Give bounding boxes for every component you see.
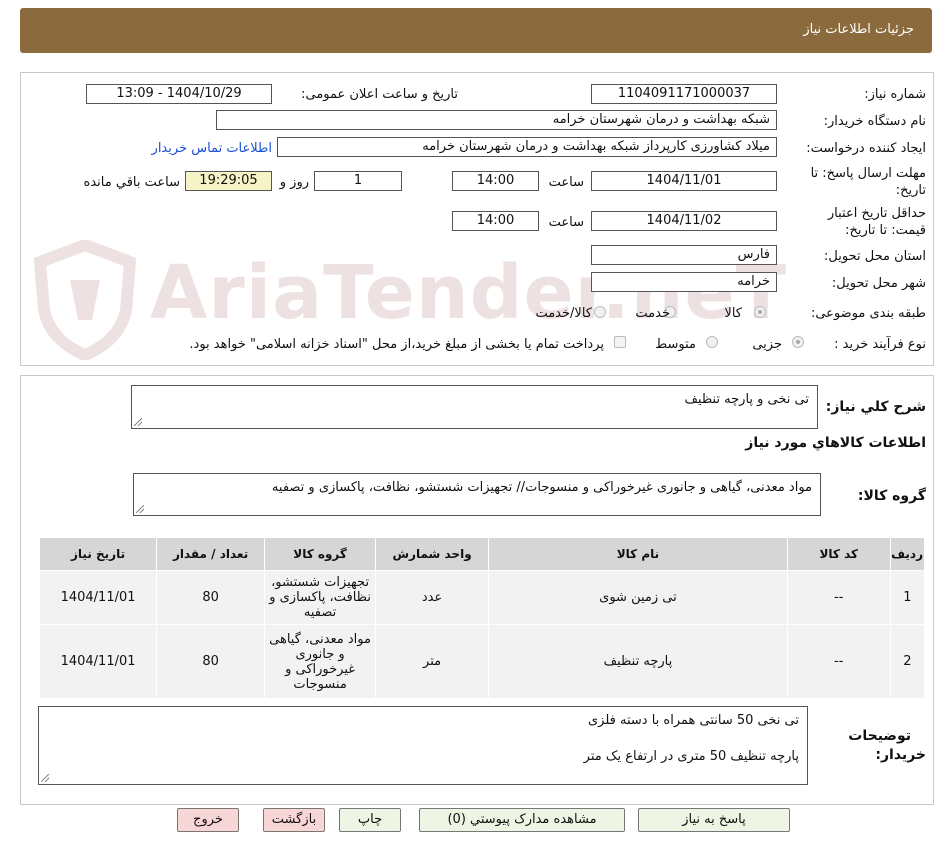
resize-handle[interactable] [134,418,142,426]
item-name: پارچه تنظیف [488,624,788,699]
page-title: جزئیات اطلاعات نیاز [803,22,914,37]
days-label: روز و [279,175,309,190]
table-row: 2 -- پارچه تنظیف متر مواد معدنی، گیاهی و… [38,624,926,699]
remaining-time-label: ساعت باقي مانده [83,175,180,190]
announce-label: تاریخ و ساعت اعلان عمومی: [301,87,458,102]
col-item-code: کد کالا [786,537,891,571]
validity-date-field: 1404/11/02 [591,211,777,231]
reply-time-label: ساعت [548,175,584,190]
reply-deadline-label: مهلت ارسال پاسخ: تا [810,166,926,181]
col-need-date: تاریخ نیاز [38,537,158,571]
exit-button[interactable]: خروج [177,808,239,832]
page-header: جزئیات اطلاعات نیاز [20,8,932,53]
buyer-notes-label: توضیحات [848,728,911,744]
goods-info-title: اطلاعات کالاهاي مورد نياز [745,435,926,451]
category-label: طبقه بندی موضوعی: [810,306,926,321]
item-need-date: 1404/11/01 [38,570,158,625]
category-goods-service-radio[interactable] [594,306,606,318]
item-group: تجهیزات شستشو، نظافت، پاکسازی و تصفیه [264,570,377,625]
buyer-org-field: شبکه بهداشت و درمان شهرستان خرامه [216,110,777,130]
buyer-notes-field: تی نخی 50 سانتی همراه با دسته فلزی پارچه… [38,706,808,785]
view-attachments-button[interactable]: مشاهده مدارک پیوستي (0) [419,808,625,832]
item-unit: عدد [375,570,490,625]
summary-field: تی نخی و پارچه تنظیف [131,385,818,429]
item-quantity: 80 [156,570,266,625]
row-number: 2 [889,624,926,699]
validity-time-field: 14:00 [452,211,539,231]
process-minor-label: جزیی [752,337,782,352]
reply-button[interactable]: پاسخ به نیاز [638,808,790,832]
need-number-field: 1104091171000037 [591,84,777,104]
category-goods-service-label: کالا/خدمت [535,306,592,321]
buyer-contact-link[interactable]: اطلاعات تماس خریدار [152,141,272,156]
item-unit: متر [375,624,490,699]
process-minor-radio[interactable] [792,336,804,348]
items-table: ردیف کد کالا نام کالا واحد شمارش گروه کا… [38,537,926,699]
remaining-time-field: 19:29:05 [185,171,272,191]
goods-group-field: مواد معدنی، گیاهی و جانوری غیرخوراکی و م… [133,473,821,516]
validity-label-2: قیمت: تا تاریخ: [845,223,926,238]
goods-group-label: گروه کالا: [857,488,926,504]
col-item-group: گروه کالا [264,537,377,571]
reply-deadline-label-2: تاریخ: [895,183,926,198]
creator-field: میلاد کشاورزی کارپرداز شبکه بهداشت و درم… [277,137,777,157]
buyer-notes-line-1: تی نخی 50 سانتی همراه با دسته فلزی [587,713,799,728]
remaining-days-field: 1 [314,171,402,191]
city-label: شهر محل تحویل: [831,276,926,291]
buyer-notes-line-2: پارچه تنظیف 50 متری در ارتفاع یک متر [583,749,799,764]
back-button[interactable]: بازگشت [263,808,325,832]
buyer-notes-label-2: خریدار: [875,747,926,763]
category-service-label: خدمت [635,306,670,321]
process-medium-radio[interactable] [706,336,718,348]
table-row: 1 -- تی زمین شوی عدد تجهیزات شستشو، نظاف… [38,570,926,625]
row-number: 1 [889,570,926,625]
buyer-org-label: نام دستگاه خریدار: [823,114,926,129]
process-medium-label: متوسط [655,337,696,352]
col-item-name: نام کالا [488,537,788,571]
validity-label: حداقل تاریخ اعتبار [827,206,926,221]
summary-label: شرح کلي نیاز: [825,399,926,415]
col-quantity: تعداد / مقدار [156,537,266,571]
payment-note: پرداخت تمام یا بخشی از مبلغ خرید،از محل … [189,337,604,352]
treasury-payment-checkbox[interactable] [614,336,626,348]
item-code: -- [786,624,891,699]
col-row-number: ردیف [889,537,926,571]
category-goods-radio[interactable] [754,306,766,318]
reply-date-field: 1404/11/01 [591,171,777,191]
creator-label: ایجاد کننده درخواست: [806,141,926,156]
summary-text: تی نخی و پارچه تنظیف [684,392,809,407]
validity-time-label: ساعت [548,215,584,230]
resize-handle[interactable] [136,505,144,513]
reply-time-field: 14:00 [452,171,539,191]
need-number-label: شماره نیاز: [864,87,926,102]
announce-datetime-field: 1404/10/29 - 13:09 [86,84,272,104]
item-quantity: 80 [156,624,266,699]
item-group: مواد معدنی، گیاهی و جانوری غیرخوراکی و م… [264,624,377,699]
table-header-row: ردیف کد کالا نام کالا واحد شمارش گروه کا… [38,537,926,571]
category-goods-label: کالا [724,306,742,321]
city-field: خرامه [591,272,777,292]
resize-handle[interactable] [41,774,49,782]
print-button[interactable]: چاپ [339,808,401,832]
col-unit: واحد شمارش [375,537,490,571]
item-need-date: 1404/11/01 [38,624,158,699]
item-code: -- [786,570,891,625]
process-label: نوع فرآیند خرید : [834,337,926,352]
item-name: تی زمین شوی [488,570,788,625]
goods-group-text: مواد معدنی، گیاهی و جانوری غیرخوراکی و م… [271,480,812,495]
province-field: فارس [591,245,777,265]
province-label: استان محل تحویل: [824,249,926,264]
